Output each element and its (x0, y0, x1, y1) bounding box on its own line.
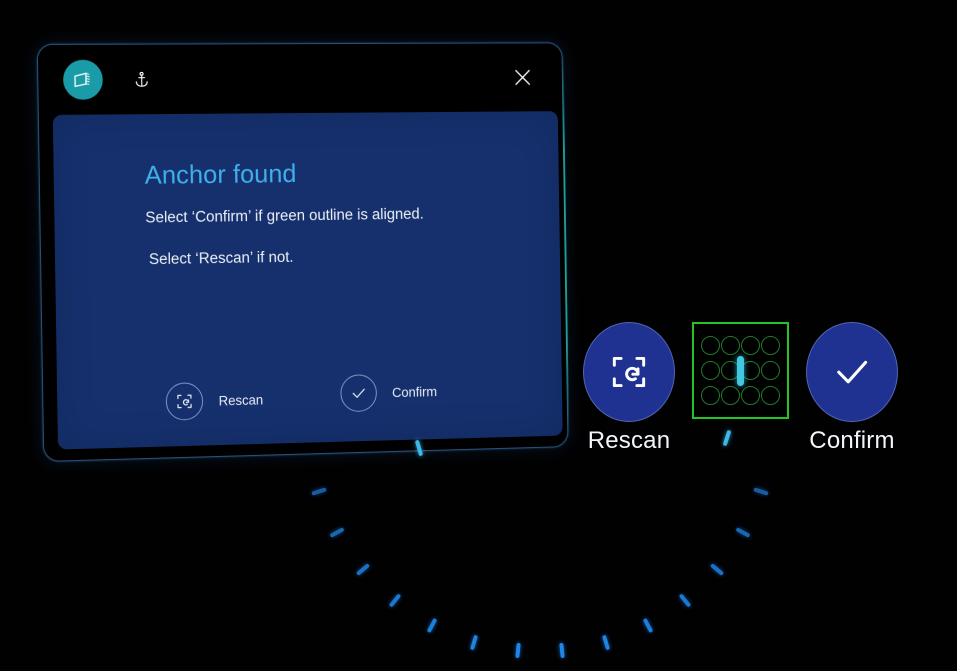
dialog-frame: Anchor found Select ‘Confirm’ if green o… (36, 42, 569, 462)
anchor-dot (701, 336, 721, 355)
arc-dash (679, 593, 692, 608)
far-confirm-button[interactable]: Confirm (806, 322, 898, 455)
far-confirm-label: Confirm (809, 427, 895, 454)
arc-dash (426, 617, 438, 633)
titlebar-spacer (153, 78, 504, 80)
instruction-line-1: Select ‘Confirm’ if green outline is ali… (145, 205, 424, 227)
mixed-reality-scene: Anchor found Select ‘Confirm’ if green o… (0, 0, 957, 671)
arc-dash (311, 487, 328, 496)
dashed-bounds-arc (280, 402, 800, 671)
anchor-dialog: Anchor found Select ‘Confirm’ if green o… (36, 42, 569, 462)
arc-dash (752, 487, 769, 496)
arc-dash (469, 634, 478, 651)
page-title: Anchor found (144, 158, 297, 190)
instruction-line-2: Select ‘Rescan’ if not. (148, 249, 294, 269)
scan-refresh-icon (165, 382, 204, 421)
anchor-dot (740, 336, 760, 355)
arc-dash (414, 439, 424, 457)
arc-dash (642, 617, 654, 633)
anchor-icon[interactable] (129, 67, 153, 91)
confirm-button-label: Confirm (391, 383, 438, 400)
arc-dash (735, 527, 751, 539)
arc-dash (559, 643, 566, 659)
arc-dash (722, 429, 732, 447)
anchor-dot (760, 361, 780, 380)
rescan-button[interactable]: Rescan (165, 381, 264, 421)
arc-dash (710, 563, 725, 576)
anchor-dot (760, 336, 780, 355)
dialog-titlebar[interactable] (37, 43, 563, 115)
arc-dash (388, 593, 401, 608)
close-icon[interactable] (504, 58, 542, 97)
rescan-button-label: Rescan (218, 392, 264, 408)
arc-dash (602, 634, 611, 651)
check-icon (806, 322, 898, 422)
arc-dash (355, 563, 370, 576)
anchor-dot (701, 361, 721, 380)
dialog-content-panel: Anchor found Select ‘Confirm’ if green o… (52, 111, 563, 450)
panel-3d-icon[interactable] (62, 59, 104, 100)
arc-dash (329, 527, 345, 539)
arc-dash (514, 643, 521, 659)
anchor-cursor-indicator (737, 355, 744, 386)
anchor-dot (721, 336, 741, 355)
